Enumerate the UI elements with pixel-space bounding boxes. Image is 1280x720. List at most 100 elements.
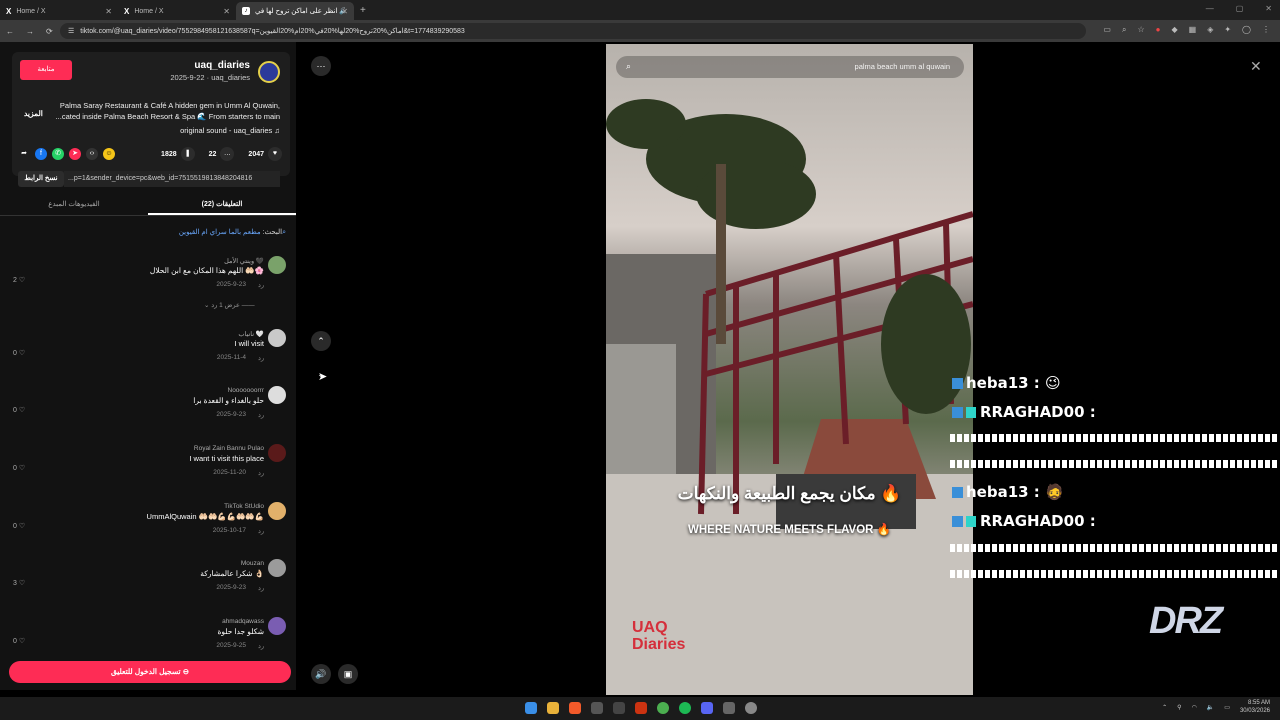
commenter-name[interactable]: Nooooooorrr xyxy=(228,387,265,394)
heart-icon[interactable]: ♥ xyxy=(268,147,282,161)
facebook-icon[interactable]: f xyxy=(35,148,47,160)
search-suggestion[interactable]: البحث: مطعم بالما سراي ام القيوين ⌕ xyxy=(179,228,286,237)
obs-icon[interactable] xyxy=(745,702,757,714)
extension-icon[interactable]: ▦ xyxy=(1189,25,1197,35)
spotify-icon[interactable] xyxy=(679,702,691,714)
commenter-avatar[interactable] xyxy=(268,617,286,635)
app-icon[interactable] xyxy=(635,702,647,714)
cast-icon[interactable]: ▭ xyxy=(1103,25,1111,35)
more-options-button[interactable]: ⋯ xyxy=(311,56,331,76)
volume-button[interactable]: 🔊 xyxy=(311,664,331,684)
wifi-icon[interactable]: ◠ xyxy=(1192,704,1197,711)
site-info-icon[interactable]: ☰ xyxy=(68,27,74,35)
view-replies-button[interactable]: ⌄ عرض 1 رد —— xyxy=(204,301,255,309)
maximize-icon[interactable]: ▢ xyxy=(1236,4,1244,13)
commenter-avatar[interactable] xyxy=(268,444,286,462)
puzzle-icon[interactable]: ✦ xyxy=(1224,25,1231,35)
clock[interactable]: 8:55 AM 30/03/2026 xyxy=(1240,699,1270,715)
new-tab-button[interactable]: + xyxy=(360,5,366,16)
login-to-comment-button[interactable]: تسجيل الدخول للتعليق ⊖ xyxy=(9,661,291,683)
menu-icon[interactable]: ⋮ xyxy=(1262,25,1270,35)
app-icon[interactable] xyxy=(723,702,735,714)
copy-link-button[interactable]: نسخ الرابط xyxy=(18,171,64,187)
commenter-name[interactable]: ahmadqawass xyxy=(222,618,264,625)
commenter-name[interactable]: Royal Zain Bannu Pulao xyxy=(194,445,264,452)
commenter-avatar[interactable] xyxy=(268,559,286,577)
comment-like-button[interactable]: 0 ♡ xyxy=(13,464,25,472)
volume-icon[interactable]: 🔈 xyxy=(1207,704,1214,711)
reply-button[interactable]: رد xyxy=(258,281,264,289)
comment-like-button[interactable]: 0 ♡ xyxy=(13,349,25,357)
commenter-name[interactable]: وينتي الأمل 🖤 xyxy=(224,257,264,265)
shield-extension-icon[interactable]: ● xyxy=(1156,25,1161,35)
reply-button[interactable]: رد xyxy=(258,527,264,535)
comment-like-button[interactable]: 3 ♡ xyxy=(13,579,25,587)
discord-icon[interactable] xyxy=(701,702,713,714)
close-tab-icon[interactable]: ✕ xyxy=(105,7,112,16)
reply-button[interactable]: رد xyxy=(258,469,264,477)
brave-browser-icon[interactable] xyxy=(569,702,581,714)
comments-stat[interactable]: 22… xyxy=(209,147,235,161)
browser-tab[interactable]: X Home / X ✕ xyxy=(118,2,236,20)
sound-link[interactable]: original sound - uaq_diaries ♫ xyxy=(180,126,280,135)
app-icon[interactable] xyxy=(613,702,625,714)
bookmark-icon[interactable]: ❚ xyxy=(180,147,195,161)
share-icon[interactable]: ➦ xyxy=(18,148,30,160)
browser-tab[interactable]: X Home / X ✕ xyxy=(0,2,118,20)
close-tab-icon[interactable]: ✕ xyxy=(223,7,230,16)
commenter-avatar[interactable] xyxy=(268,256,286,274)
commenter-avatar[interactable] xyxy=(268,329,286,347)
saves-stat[interactable]: 1828 ❚ xyxy=(161,147,195,161)
author-username[interactable]: uaq_diaries xyxy=(194,60,250,71)
browser-tab-active[interactable]: ♪ انظر على اماكن تروح لها في 🔊 ✕ xyxy=(236,2,354,20)
reply-button[interactable]: رد xyxy=(258,411,264,419)
extension-icon[interactable]: ◆ xyxy=(1171,25,1177,35)
bookmark-star-icon[interactable]: ☆ xyxy=(1137,25,1144,35)
tray-chevron-icon[interactable]: ⌃ xyxy=(1162,704,1167,711)
close-video-button[interactable]: ✕ xyxy=(1250,58,1262,75)
url-field[interactable]: ☰ tiktok.com/@uaq_diaries/video/75529849… xyxy=(60,23,1086,39)
whatsapp-icon[interactable]: ✆ xyxy=(52,148,64,160)
share-link-field[interactable]: ...p=1&sender_device=pc&web_id=751551981… xyxy=(64,171,280,187)
search-query-link[interactable]: مطعم بالما سراي ام القيوين xyxy=(179,229,261,236)
reply-button[interactable]: رد xyxy=(258,354,264,362)
likes-stat[interactable]: 2047 ♥ xyxy=(248,147,282,161)
send-icon[interactable]: ➤ xyxy=(69,148,81,160)
file-explorer-icon[interactable] xyxy=(547,702,559,714)
forward-icon[interactable]: → xyxy=(26,27,34,36)
comment-like-button[interactable]: 2 ♡ xyxy=(13,276,25,284)
previous-video-button[interactable]: ⌃ xyxy=(311,331,331,351)
miniplayer-button[interactable]: ▣ xyxy=(338,664,358,684)
video-player[interactable]: ⌕ palma beach umm al quwain مكان يجمع ال… xyxy=(606,44,973,695)
close-tab-icon[interactable]: ✕ xyxy=(341,7,348,16)
reply-button[interactable]: رد xyxy=(258,584,264,592)
embed-icon[interactable]: ‹› xyxy=(86,148,98,160)
commenter-name[interactable]: TikTok StUdio xyxy=(224,503,264,510)
author-avatar[interactable] xyxy=(258,61,280,83)
commenter-name[interactable]: Mouzan xyxy=(241,560,264,567)
comment-like-button[interactable]: 0 ♡ xyxy=(13,522,25,530)
close-window-icon[interactable]: ✕ xyxy=(1265,4,1272,13)
reply-button[interactable]: رد xyxy=(258,642,264,650)
extension-icon[interactable]: ◈ xyxy=(1207,25,1213,35)
reload-icon[interactable]: ⟳ xyxy=(46,27,53,36)
chrome-icon[interactable] xyxy=(657,702,669,714)
app-icon[interactable] xyxy=(591,702,603,714)
tab-creator-videos[interactable]: الفيديوهات المبدع xyxy=(0,194,148,215)
comment-icon[interactable]: … xyxy=(220,147,235,161)
commenter-name[interactable]: نانياب 🤍 xyxy=(238,330,264,338)
commenter-avatar[interactable] xyxy=(268,502,286,520)
more-button[interactable]: المزيد xyxy=(24,109,43,118)
start-icon[interactable] xyxy=(525,702,537,714)
comment-like-button[interactable]: 0 ♡ xyxy=(13,637,25,645)
video-search-bar[interactable]: ⌕ palma beach umm al quwain xyxy=(616,56,964,78)
battery-icon[interactable]: ▭ xyxy=(1224,704,1230,711)
profile-icon[interactable]: ◯ xyxy=(1242,25,1251,35)
minimize-icon[interactable]: — xyxy=(1206,4,1214,13)
follow-button[interactable]: متابعة xyxy=(20,60,72,80)
zoom-icon[interactable]: ⌕ xyxy=(1122,25,1126,35)
comment-like-button[interactable]: 0 ♡ xyxy=(13,406,25,414)
tray-icon[interactable]: ⚲ xyxy=(1177,704,1181,711)
tab-comments[interactable]: التعليقات (22) xyxy=(148,194,296,215)
emoji-icon[interactable]: ☺ xyxy=(103,148,115,160)
